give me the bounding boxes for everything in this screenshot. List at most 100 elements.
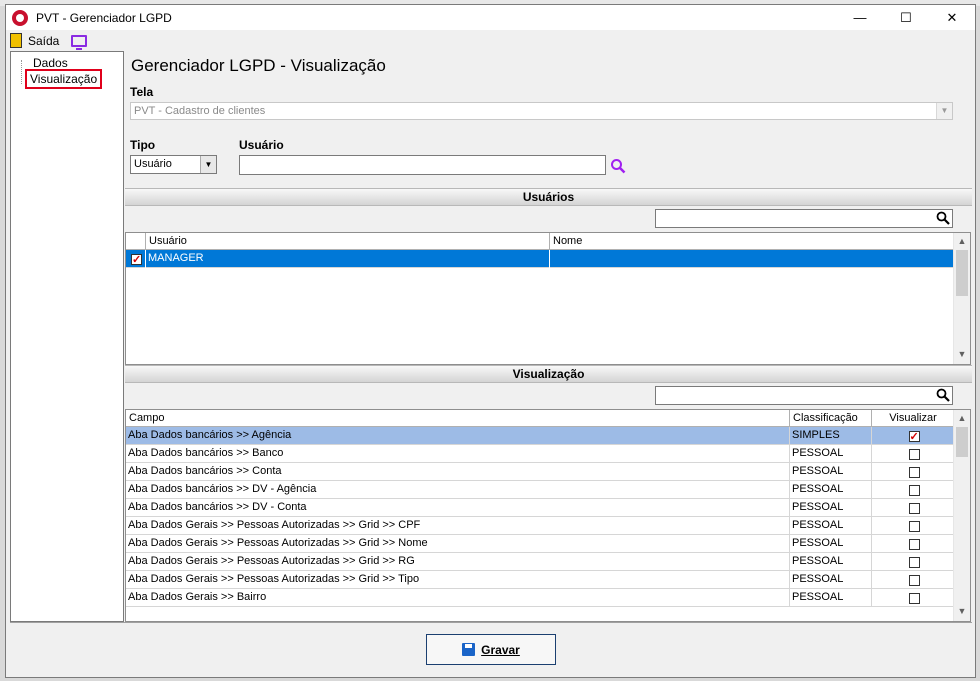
save-button[interactable]: Gravar [426, 634, 556, 665]
classificacao-cell: PESSOAL [790, 481, 872, 499]
tipo-select[interactable]: Usuário ▼ [130, 155, 217, 174]
toolbar: Saída [6, 30, 975, 51]
table-row[interactable]: Aba Dados bancários >> DV - Agência PESSO… [126, 481, 954, 499]
scroll-up-icon[interactable]: ▲ [954, 233, 970, 249]
exit-button[interactable]: Saída [28, 34, 59, 48]
table-row[interactable]: MANAGER [126, 250, 954, 268]
table-row[interactable]: Aba Dados bancários >> Banco PESSOAL [126, 445, 954, 463]
visualizar-checkbox[interactable] [908, 502, 920, 514]
table-row[interactable]: Aba Dados Gerais >> Bairro PESSOAL [126, 589, 954, 607]
check-column-header [126, 233, 146, 250]
scroll-thumb[interactable] [956, 427, 968, 457]
visualizacao-grid-header: Campo Classificação Visualizar [126, 410, 954, 427]
column-header-visualizar[interactable]: Visualizar [872, 410, 954, 427]
visualizar-cell[interactable] [872, 553, 954, 571]
visualizar-checkbox[interactable] [908, 520, 920, 532]
classificacao-cell: PESSOAL [790, 589, 872, 607]
classificacao-cell: PESSOAL [790, 571, 872, 589]
usuarios-scrollbar[interactable]: ▲ ▼ [953, 233, 970, 364]
table-row[interactable]: Aba Dados Gerais >> Pessoas Autorizadas … [126, 553, 954, 571]
visualizacao-filter-input[interactable] [655, 386, 953, 405]
tree-item-visualizacao[interactable]: Visualização [24, 69, 103, 89]
visualizar-cell[interactable] [872, 535, 954, 553]
campo-cell: Aba Dados bancários >> DV - Agência [126, 481, 790, 499]
footer-divider [10, 622, 972, 623]
visualizar-cell[interactable] [872, 499, 954, 517]
classificacao-cell: PESSOAL [790, 535, 872, 553]
maximize-button[interactable]: ☐ [883, 5, 929, 30]
floppy-disk-icon [462, 643, 476, 656]
window-title: PVT - Gerenciador LGPD [36, 10, 172, 25]
tree-connector [21, 60, 22, 84]
row-checkbox[interactable] [131, 252, 142, 268]
table-row[interactable]: Aba Dados bancários >> Agência SIMPLES [126, 427, 954, 445]
visualizar-checkbox[interactable] [908, 592, 920, 604]
usuario-label: Usuário [239, 138, 284, 152]
visualizacao-scrollbar[interactable]: ▲ ▼ [953, 410, 970, 621]
visualizar-cell[interactable] [872, 481, 954, 499]
table-row[interactable]: Aba Dados Gerais >> Pessoas Autorizadas … [126, 571, 954, 589]
visualizar-cell[interactable] [872, 427, 954, 445]
visualizar-cell[interactable] [872, 589, 954, 607]
visualizar-checkbox[interactable] [908, 466, 920, 478]
navigation-tree: Dados Visualização [10, 51, 124, 622]
tree-item-dados[interactable]: Dados [33, 56, 68, 70]
table-row[interactable]: Aba Dados bancários >> DV - Conta PESSOAL [126, 499, 954, 517]
visualizar-checkbox[interactable] [908, 448, 920, 460]
table-row[interactable]: Aba Dados bancários >> Conta PESSOAL [126, 463, 954, 481]
campo-cell: Aba Dados bancários >> Banco [126, 445, 790, 463]
classificacao-cell: PESSOAL [790, 463, 872, 481]
monitor-icon[interactable] [71, 34, 88, 50]
visualizacao-section-header: Visualização [125, 365, 972, 383]
nome-cell [550, 250, 954, 268]
magnifier-icon[interactable] [610, 158, 626, 174]
chevron-down-icon: ▼ [936, 103, 952, 119]
classificacao-cell: SIMPLES [790, 427, 872, 445]
visualizar-cell[interactable] [872, 517, 954, 535]
app-logo-icon [12, 9, 28, 26]
column-header-campo[interactable]: Campo [126, 410, 790, 427]
scroll-down-icon[interactable]: ▼ [954, 603, 970, 619]
campo-cell: Aba Dados Gerais >> Pessoas Autorizadas … [126, 517, 790, 535]
column-header-usuario[interactable]: Usuário [146, 233, 550, 250]
usuarios-filter-input[interactable] [655, 209, 953, 228]
minimize-button[interactable]: — [837, 5, 883, 30]
magnifier-icon[interactable] [936, 211, 950, 225]
usuario-cell: MANAGER [146, 250, 550, 268]
visualizar-cell[interactable] [872, 445, 954, 463]
exit-door-icon[interactable] [10, 33, 22, 48]
classificacao-cell: PESSOAL [790, 445, 872, 463]
visualizar-checkbox[interactable] [908, 484, 920, 496]
visualizacao-grid: Campo Classificação Visualizar Aba Dados… [125, 409, 971, 622]
scroll-up-icon[interactable]: ▲ [954, 410, 970, 426]
save-button-label: Gravar [481, 642, 520, 657]
chevron-down-icon[interactable]: ▼ [200, 156, 216, 173]
usuarios-grid-header: Usuário Nome [126, 233, 954, 250]
column-header-nome[interactable]: Nome [550, 233, 954, 250]
window-controls: — ☐ ✕ [837, 5, 975, 30]
column-header-classificacao[interactable]: Classificação [790, 410, 872, 427]
tela-value: PVT - Cadastro de clientes [134, 105, 266, 117]
tela-label: Tela [130, 85, 154, 99]
close-button[interactable]: ✕ [929, 5, 975, 30]
visualizar-checkbox[interactable] [908, 538, 920, 550]
visualizar-checkbox[interactable] [908, 556, 920, 568]
campo-cell: Aba Dados Gerais >> Pessoas Autorizadas … [126, 535, 790, 553]
table-row[interactable]: Aba Dados Gerais >> Pessoas Autorizadas … [126, 517, 954, 535]
scroll-thumb[interactable] [956, 250, 968, 296]
visualizar-cell[interactable] [872, 463, 954, 481]
scroll-down-icon[interactable]: ▼ [954, 346, 970, 362]
table-row[interactable]: Aba Dados Gerais >> Pessoas Autorizadas … [126, 535, 954, 553]
tipo-value: Usuário [134, 158, 172, 170]
usuario-input[interactable] [239, 155, 606, 175]
row-check-cell[interactable] [126, 250, 146, 268]
campo-cell: Aba Dados Gerais >> Pessoas Autorizadas … [126, 571, 790, 589]
campo-cell: Aba Dados bancários >> Agência [126, 427, 790, 445]
visualizar-cell[interactable] [872, 571, 954, 589]
magnifier-icon[interactable] [936, 388, 950, 402]
page-title: Gerenciador LGPD - Visualização [131, 56, 386, 75]
visualizar-checkbox[interactable] [908, 574, 920, 586]
app-window: PVT - Gerenciador LGPD — ☐ ✕ Saída Dados… [5, 4, 976, 678]
visualizar-checkbox[interactable] [908, 429, 920, 445]
title-bar: PVT - Gerenciador LGPD — ☐ ✕ [6, 5, 975, 30]
